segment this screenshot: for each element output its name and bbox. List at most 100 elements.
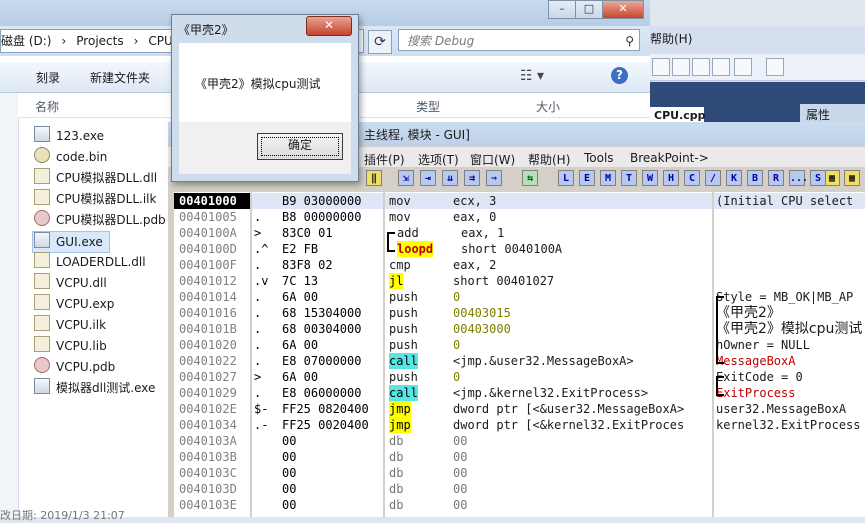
minimize-button[interactable]: – (548, 0, 576, 19)
disasm-cell[interactable]: db 00 (385, 481, 712, 497)
comment-cell[interactable]: MessageBoxA (714, 353, 865, 369)
hex-cell[interactable]: . E8 07000000 (252, 353, 383, 369)
comment-cell[interactable] (714, 209, 865, 225)
toolbar-grid-icon[interactable]: ▦ (824, 170, 840, 186)
comment-cell[interactable] (714, 481, 865, 497)
hex-cell[interactable]: >6A 00 (252, 369, 383, 385)
hex-cell[interactable]: 00 (252, 481, 383, 497)
menu-help[interactable]: 帮助(H) (528, 151, 570, 168)
window-button-t[interactable]: T (621, 170, 637, 186)
address-cell[interactable]: 0040103B (174, 449, 250, 465)
comment-cell[interactable] (714, 257, 865, 273)
comment-cell[interactable]: Style = MB_OK|MB_AP (714, 289, 865, 305)
window-button-k[interactable]: K (726, 170, 742, 186)
disasm-cell[interactable]: db 00 (385, 465, 712, 481)
breadcrumb-drive[interactable]: 磁盘 (D:) (1, 34, 51, 48)
toolbar-grid-icon[interactable]: ▦ (844, 170, 860, 186)
address-cell[interactable]: 0040101B (174, 321, 250, 337)
list-item[interactable]: VCPU.exp (34, 294, 114, 314)
window-button-h[interactable]: H (663, 170, 679, 186)
hex-cell[interactable]: B9 03000000 (252, 193, 383, 209)
hex-cell[interactable]: .^ E2 FB (252, 241, 383, 257)
toolbar-icon[interactable] (766, 58, 784, 76)
menu-plugins[interactable]: 插件(P) (364, 151, 405, 168)
hex-cell[interactable]: 00 (252, 497, 383, 513)
list-item[interactable]: VCPU.lib (34, 336, 107, 356)
address-cell[interactable]: 00401012 (174, 273, 250, 289)
address-cell[interactable]: 0040103A (174, 433, 250, 449)
hex-cell[interactable]: .- FF25 0020400 (252, 417, 383, 433)
address-cell[interactable]: 0040103E (174, 497, 250, 513)
toolbar-icon[interactable] (734, 58, 752, 76)
hex-cell[interactable]: 00 (252, 433, 383, 449)
window-button-l[interactable]: L (558, 170, 574, 186)
toolbar-icon[interactable] (692, 58, 710, 76)
new-folder-button[interactable]: 新建文件夹 (90, 69, 150, 86)
comment-cell[interactable] (714, 497, 865, 513)
comment-cell[interactable] (714, 273, 865, 289)
address-cell[interactable]: 00401029 (174, 385, 250, 401)
list-item[interactable]: GUI.exe (32, 231, 110, 253)
list-item[interactable]: 模拟器dll测试.exe (34, 378, 155, 398)
address-cell[interactable]: 0040100A (174, 225, 250, 241)
window-button-c[interactable]: C (684, 170, 700, 186)
hex-cell[interactable]: >83C0 01 (252, 225, 383, 241)
hex-cell[interactable]: . B8 00000000 (252, 209, 383, 225)
disasm-cell[interactable]: push 0 (385, 369, 712, 385)
list-item[interactable]: VCPU.pdb (34, 357, 115, 377)
col-type[interactable]: 类型 (416, 98, 440, 115)
address-cell[interactable]: 0040103D (174, 481, 250, 497)
hex-cell[interactable]: . 68 00304000 (252, 321, 383, 337)
ide-menu-help[interactable]: 帮助(H) (650, 30, 692, 47)
comment-cell[interactable] (714, 465, 865, 481)
address-cell[interactable]: 00401016 (174, 305, 250, 321)
list-item[interactable]: LOADERDLL.dll (34, 252, 146, 272)
execute-till-return-icon[interactable]: ⇒ (486, 170, 502, 186)
comment-cell[interactable] (714, 449, 865, 465)
window-button-e[interactable]: E (579, 170, 595, 186)
burn-button[interactable]: 刻录 (36, 69, 60, 86)
address-cell[interactable]: 00401027 (174, 369, 250, 385)
disasm-cell[interactable]: call <jmp.&kernel32.ExitProcess> (385, 385, 712, 401)
hex-cell[interactable]: $- FF25 0820400 (252, 401, 383, 417)
toolbar-icon[interactable] (672, 58, 690, 76)
disasm-cell[interactable]: call <jmp.&user32.MessageBoxA> (385, 353, 712, 369)
address-cell[interactable]: 0040100F (174, 257, 250, 273)
hex-cell[interactable]: 00 (252, 465, 383, 481)
menu-window[interactable]: 窗口(W) (470, 151, 515, 168)
disasm-cell[interactable]: push 00403000 (385, 321, 712, 337)
comment-cell[interactable]: user32.MessageBoxA (714, 401, 865, 417)
list-item[interactable]: 123.exe (34, 126, 104, 146)
window-button-b[interactable]: B (747, 170, 763, 186)
menu-breakpoint[interactable]: BreakPoint-> (630, 151, 709, 165)
disasm-cell[interactable]: jmp dword ptr [<&user32.MessageBoxA> (385, 401, 712, 417)
menu-tools[interactable]: Tools (584, 151, 614, 165)
address-cell[interactable]: 00401014 (174, 289, 250, 305)
col-name[interactable]: 名称 (35, 98, 59, 115)
hex-cell[interactable]: .v 7C 13 (252, 273, 383, 289)
address-cell[interactable]: 00401020 (174, 337, 250, 353)
address-cell[interactable]: 0040100D (174, 241, 250, 257)
disasm-cell[interactable]: mov ecx, 3 (385, 193, 712, 209)
pause-icon[interactable]: ‖ (366, 170, 382, 186)
disasm-cell[interactable]: db 00 (385, 497, 712, 513)
toolbar-icon[interactable] (652, 58, 670, 76)
hex-cell[interactable]: . 68 15304000 (252, 305, 383, 321)
close-icon[interactable]: ✕ (306, 16, 352, 36)
window-button-w[interactable]: W (642, 170, 658, 186)
hex-cell[interactable]: . 6A 00 (252, 337, 383, 353)
address-cell[interactable]: 00401005 (174, 209, 250, 225)
disasm-cell[interactable]: push 0 (385, 289, 712, 305)
refresh-icon[interactable]: ⟳ (368, 30, 392, 54)
disasm-cell[interactable]: db 00 (385, 449, 712, 465)
maximize-button[interactable]: □ (575, 0, 603, 19)
address-cell[interactable]: 00401034 (174, 417, 250, 433)
address-cell[interactable]: 0040102E (174, 401, 250, 417)
disasm-cell[interactable]: jl short 00401027 (385, 273, 712, 289)
hex-cell[interactable]: 00 (252, 449, 383, 465)
comment-cell[interactable] (714, 433, 865, 449)
list-item[interactable]: CPU模拟器DLL.ilk (34, 189, 156, 209)
hex-cell[interactable]: . 6A 00 (252, 289, 383, 305)
window-button-r[interactable]: R (768, 170, 784, 186)
list-item[interactable]: CPU模拟器DLL.pdb (34, 210, 166, 230)
